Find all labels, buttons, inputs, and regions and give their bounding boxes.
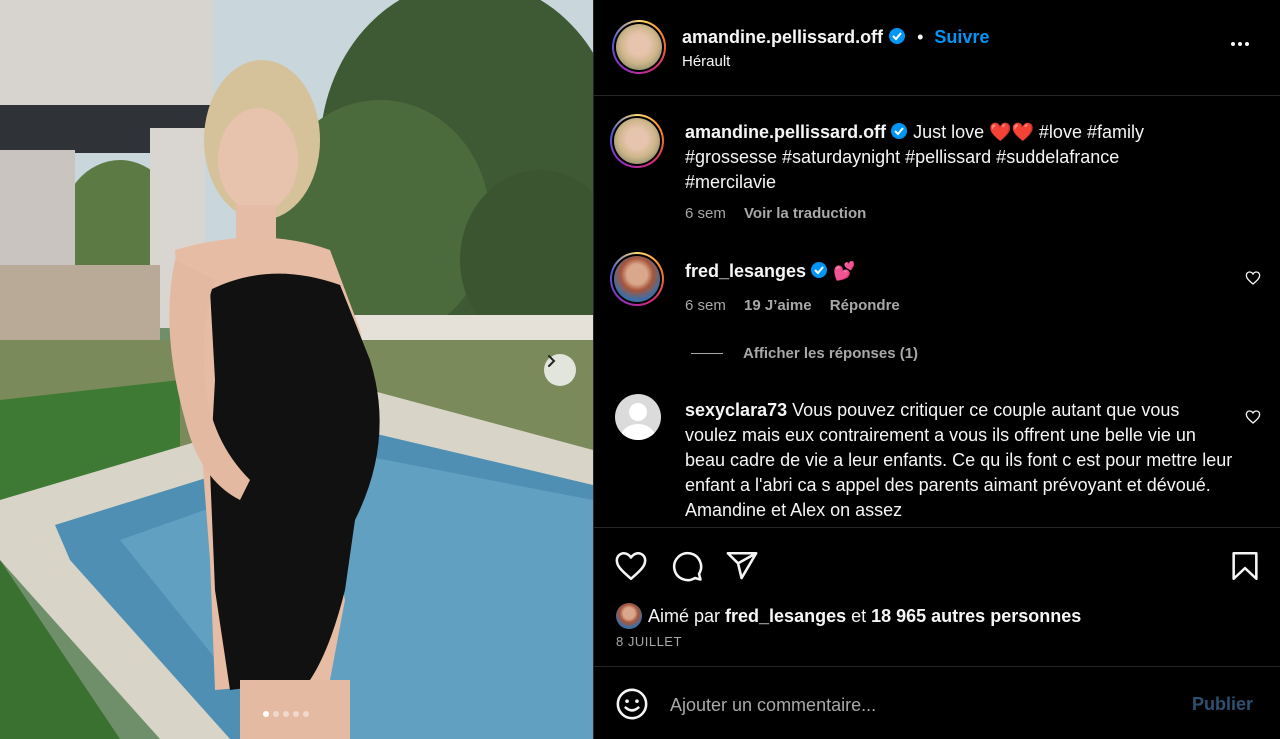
liked-count[interactable]: 18 965 autres personnes	[871, 606, 1081, 626]
carousel-dots	[263, 711, 309, 717]
photo-illustration	[0, 0, 593, 739]
post-photo	[0, 0, 593, 739]
liked-middle: et	[846, 606, 872, 626]
view-replies-button[interactable]: Afficher les réponses (1)	[691, 345, 918, 362]
author-username[interactable]: amandine.pellissard.off	[682, 27, 883, 47]
follow-button[interactable]: Suivre	[934, 27, 989, 47]
post-actions	[594, 527, 1280, 667]
caption-author[interactable]: amandine.pellissard.off	[685, 122, 886, 142]
comment-author[interactable]: sexyclara73	[685, 400, 787, 420]
add-comment-bar: Publier	[594, 668, 1280, 739]
comment-text-block: fred_lesanges 💕	[685, 259, 855, 284]
chevron-right-icon	[548, 355, 556, 367]
more-options-button[interactable]	[1231, 42, 1249, 46]
more-icon	[1231, 42, 1235, 46]
author-avatar[interactable]	[612, 20, 666, 74]
liked-by: Aimé par fred_lesanges et 18 965 autres …	[616, 603, 1081, 629]
comment-avatar-default[interactable]	[615, 394, 661, 440]
post-panel: amandine.pellissard.off • Suivre Hérault…	[593, 0, 1280, 739]
caption-time[interactable]: 6 sem	[685, 205, 726, 222]
bookmark-icon[interactable]	[1228, 549, 1262, 583]
verified-icon	[811, 262, 828, 278]
header-separator: •	[917, 27, 924, 47]
caption-meta: 6 sem Voir la traduction	[685, 205, 866, 222]
post-location[interactable]: Hérault	[682, 53, 730, 70]
post-header: amandine.pellissard.off • Suivre Hérault	[594, 0, 1280, 96]
comment-author[interactable]: fred_lesanges	[685, 261, 806, 281]
carousel-dot	[273, 711, 279, 717]
comment-text-block: sexyclara73 Vous pouvez critiquer ce cou…	[685, 398, 1233, 523]
post-date[interactable]: 8 JUILLET	[616, 634, 682, 649]
liked-user[interactable]: fred_lesanges	[725, 606, 846, 626]
comment-input[interactable]	[670, 692, 1170, 718]
reply-button[interactable]: Répondre	[830, 297, 900, 314]
carousel-dot	[303, 711, 309, 717]
comment-icon[interactable]	[670, 549, 704, 583]
comment-time[interactable]: 6 sem	[685, 297, 726, 314]
caption-avatar[interactable]	[610, 114, 664, 168]
carousel-dot	[283, 711, 289, 717]
comment-avatar[interactable]	[610, 252, 664, 306]
carousel-dot-active	[263, 711, 269, 717]
caption-text-block: amandine.pellissard.off Just love ❤️❤️ #…	[685, 120, 1205, 195]
replies-divider	[691, 353, 723, 354]
comment-text: 💕	[828, 261, 856, 281]
next-slide-button[interactable]	[544, 354, 576, 386]
liker-avatar[interactable]	[616, 603, 642, 629]
verified-icon	[891, 123, 908, 139]
carousel-dot	[293, 711, 299, 717]
translate-button[interactable]: Voir la traduction	[744, 205, 866, 222]
emoji-icon[interactable]	[615, 687, 649, 721]
comment-meta: 6 sem 19 J’aime Répondre	[685, 297, 900, 314]
view-replies-label: Afficher les réponses (1)	[743, 345, 919, 362]
heart-icon[interactable]	[1245, 409, 1261, 425]
comment-likes[interactable]: 19 J’aime	[744, 297, 812, 314]
verified-icon	[889, 28, 906, 44]
comments-list[interactable]: amandine.pellissard.off Just love ❤️❤️ #…	[594, 97, 1280, 527]
share-icon[interactable]	[725, 549, 759, 583]
heart-icon[interactable]	[614, 549, 648, 583]
liked-prefix: Aimé par	[648, 606, 726, 626]
publish-button[interactable]: Publier	[1192, 694, 1253, 715]
heart-icon[interactable]	[1245, 270, 1261, 286]
